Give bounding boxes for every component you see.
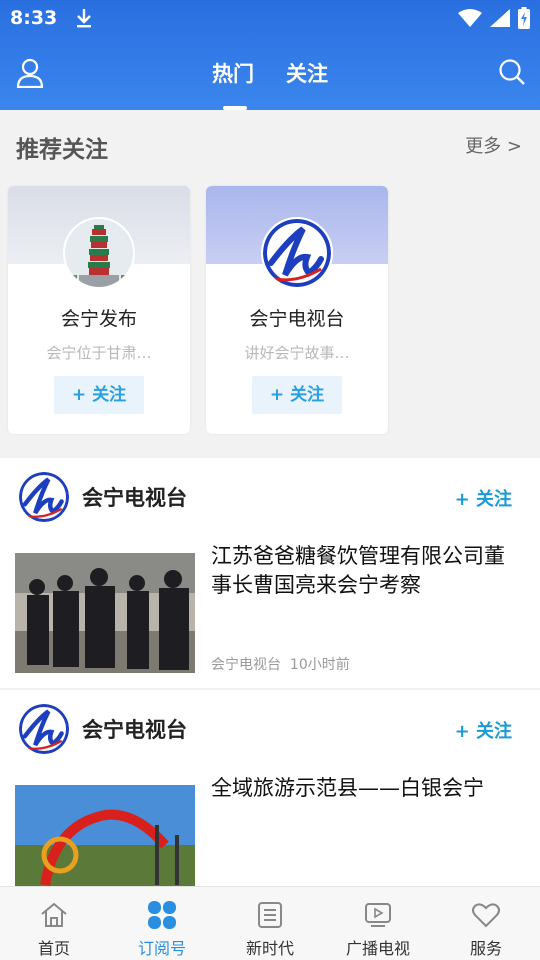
nav-broadcast-tv[interactable]: 广播电视 (324, 887, 432, 960)
home-icon (41, 902, 67, 927)
card-description: 会宁位于甘肃… (46, 344, 152, 362)
wifi-icon (458, 9, 482, 27)
news-thumbnail[interactable] (15, 785, 195, 886)
recommend-card[interactable]: 会宁发布 会宁位于甘肃… + 关注 (8, 186, 190, 434)
card-description: 讲好会宁故事… (244, 344, 350, 362)
recommend-title: 推荐关注 (16, 137, 108, 163)
card-name: 会宁发布 (60, 308, 137, 330)
nav-label: 首页 (37, 939, 70, 958)
nav-label: 新时代 (245, 939, 294, 958)
more-link[interactable]: 更多 > (465, 132, 522, 158)
tower-avatar (63, 217, 135, 289)
top-tabs: 热门 关注 (0, 58, 540, 110)
feed-source-name[interactable]: 会宁电视台 (82, 714, 187, 744)
news-title[interactable]: 全域旅游示范县——白银会宁 (211, 774, 521, 803)
nav-label: 广播电视 (345, 939, 410, 958)
status-time: 8:33 (10, 7, 58, 29)
tv-logo-avatar (261, 217, 333, 289)
news-meta-source: 会宁电视台 (211, 657, 281, 673)
nav-new-era[interactable]: 新时代 (216, 887, 324, 960)
news-thumbnail[interactable] (15, 553, 195, 673)
follow-button[interactable]: + 关注 (455, 717, 512, 743)
nav-home[interactable]: 首页 (0, 887, 108, 960)
app-header: 8:33 热门 关注 (0, 0, 540, 110)
news-meta: 会宁电视台 10小时前 (211, 654, 350, 674)
bottom-navigation: 首页 订阅号 新时代 广播电视 服务 (0, 886, 540, 960)
feed-header: 会宁电视台 + 关注 (0, 690, 540, 770)
feed-item[interactable]: 会宁电视台 + 关注 江苏爸爸糖餐饮管理有限公司董事长曹国亮来会宁考察 会宁电视… (0, 458, 540, 688)
search-icon[interactable] (498, 58, 526, 86)
tv-icon (365, 903, 391, 927)
follow-button[interactable]: + 关注 (252, 376, 342, 414)
news-title[interactable]: 江苏爸爸糖餐饮管理有限公司董事长曹国亮来会宁考察 (211, 542, 521, 600)
news-meta-time: 10小时前 (289, 657, 350, 673)
tv-logo-icon (19, 472, 69, 522)
nav-label: 订阅号 (137, 939, 186, 958)
recommend-section: 推荐关注 更多 > 会宁发布 会宁位于甘肃… + 关注 会宁电视台 讲好会宁故事… (0, 110, 540, 450)
feed-source-name[interactable]: 会宁电视台 (82, 482, 187, 512)
tab-hot[interactable]: 热门 (212, 58, 254, 110)
card-name: 会宁电视台 (249, 308, 345, 330)
subscribe-icon (148, 901, 176, 929)
follow-button[interactable]: + 关注 (54, 376, 144, 414)
follow-button[interactable]: + 关注 (455, 485, 512, 511)
feed-item[interactable]: 会宁电视台 + 关注 全域旅游示范县——白银会宁 (0, 690, 540, 886)
download-icon (77, 9, 92, 28)
tv-logo-icon (19, 704, 69, 754)
battery-icon (518, 7, 530, 29)
feed-header: 会宁电视台 + 关注 (0, 458, 540, 538)
signal-icon (490, 9, 510, 27)
status-bar: 8:33 (0, 0, 540, 36)
nav-service[interactable]: 服务 (432, 887, 540, 960)
nav-label: 服务 (469, 939, 502, 958)
tab-follow[interactable]: 关注 (286, 58, 328, 110)
nav-subscribe[interactable]: 订阅号 (108, 887, 216, 960)
recommend-card[interactable]: 会宁电视台 讲好会宁故事… + 关注 (206, 186, 388, 434)
heart-icon (472, 903, 500, 928)
document-icon (258, 902, 282, 928)
